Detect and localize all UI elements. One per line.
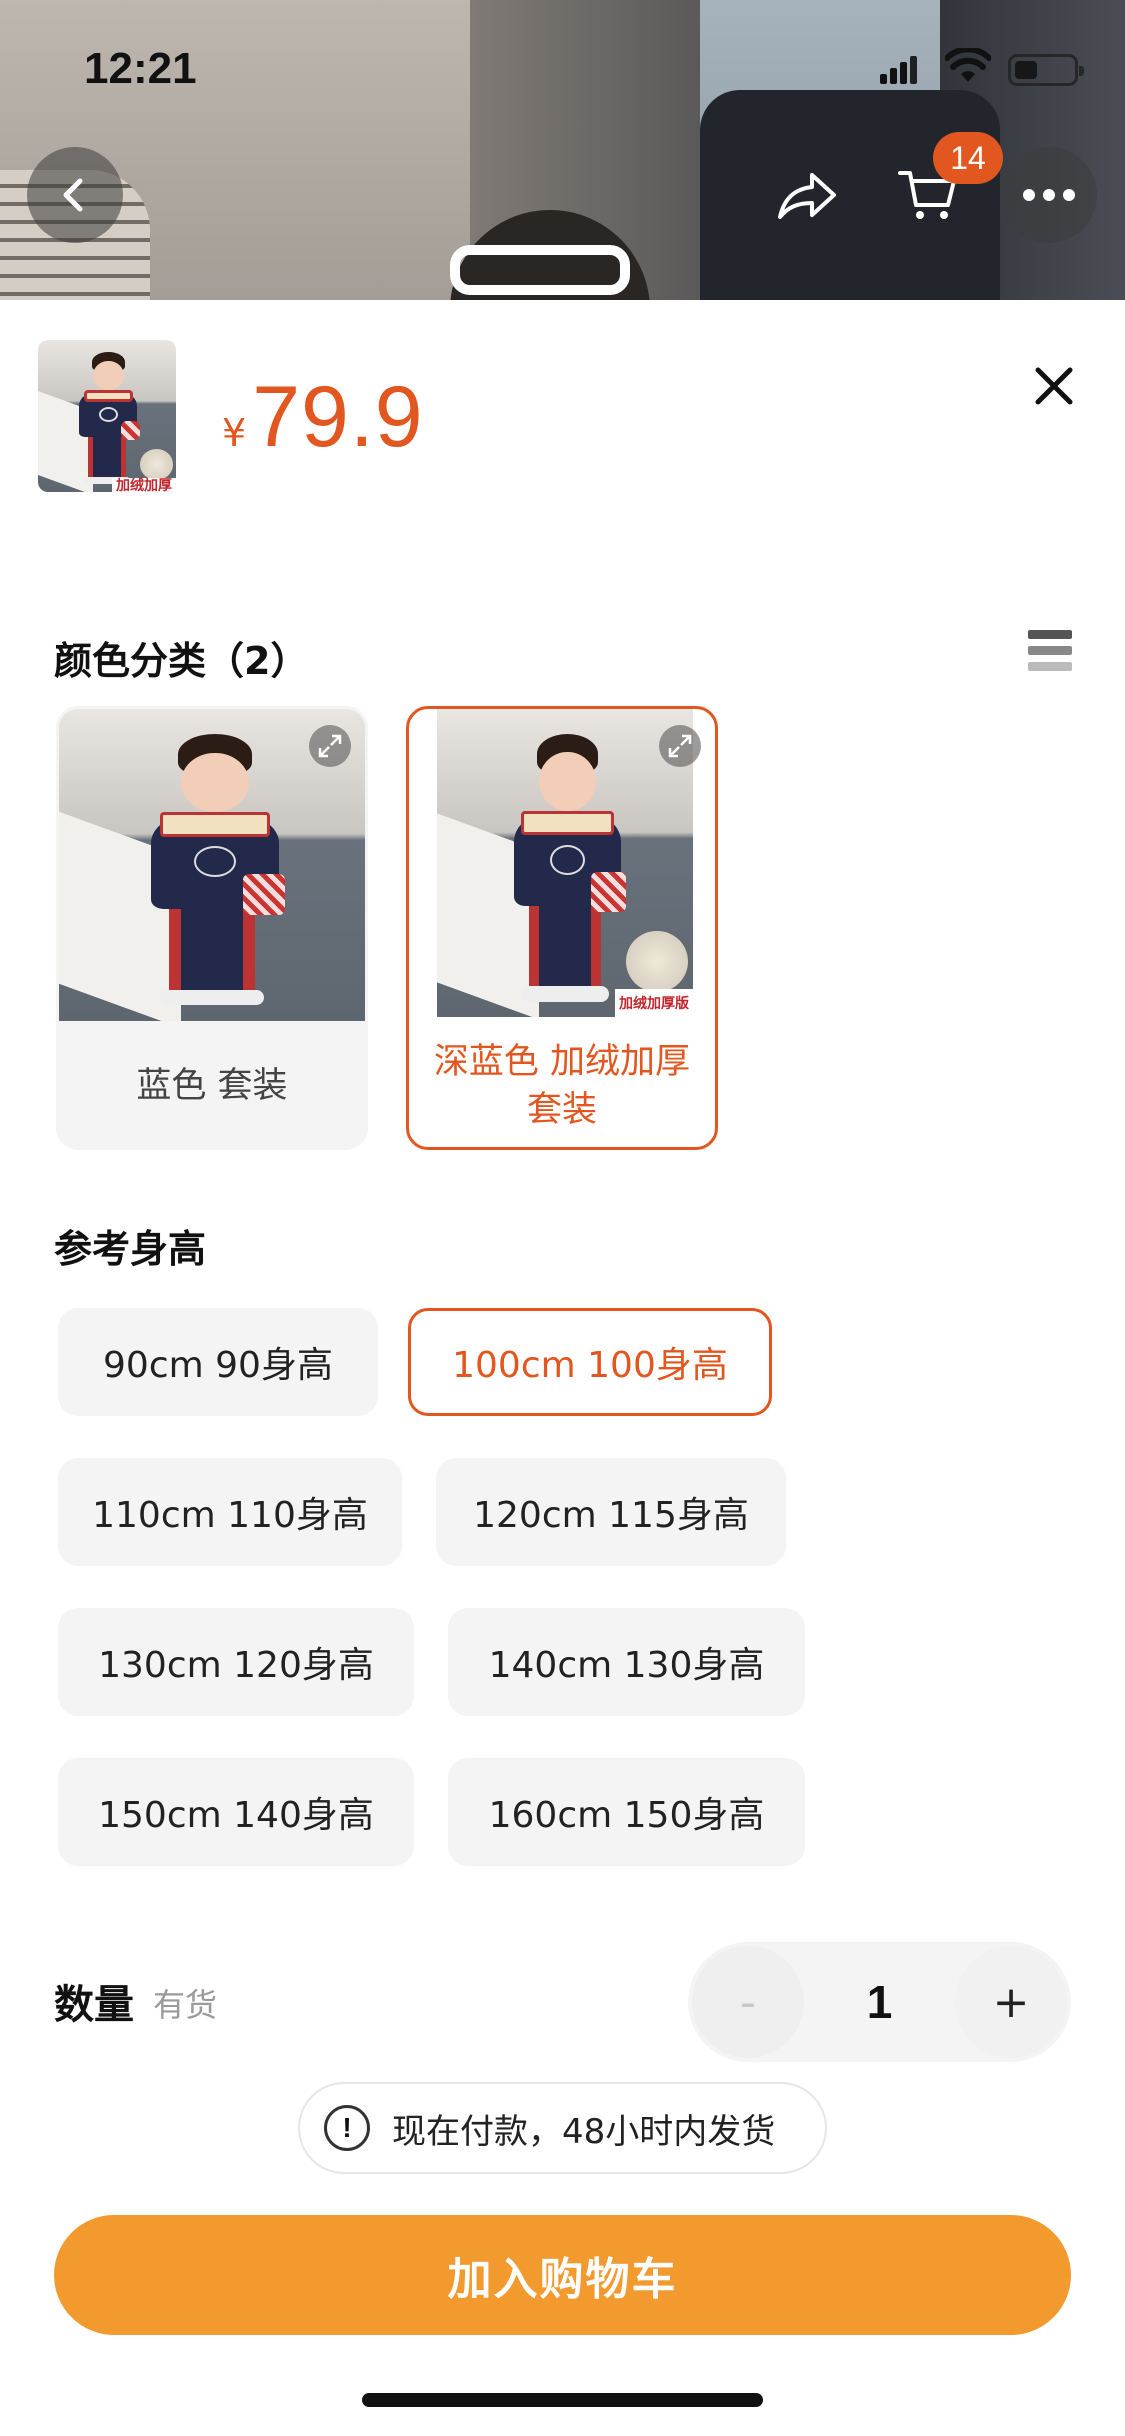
product-price: ¥ 79.9 [222,368,424,467]
add-to-cart-button[interactable]: 加入购物车 [54,2215,1071,2335]
size-option-160[interactable]: 160cm 150身高 [448,1758,805,1866]
size-option-100[interactable]: 100cm 100身高 [408,1308,772,1416]
quantity-value[interactable]: 1 [808,1942,951,2062]
decrease-quantity-button[interactable]: - [692,1946,804,2058]
chevron-left-icon [63,178,83,212]
color-option-image: 加绒加厚版 [437,709,693,1017]
increase-quantity-button[interactable]: + [955,1946,1067,2058]
photo-sunglasses [450,245,630,295]
product-photo-banner: 12:21 14 [0,0,1125,300]
color-option-label: 深蓝色 加绒加厚套装 [433,1042,691,1130]
expand-icon[interactable] [659,725,701,767]
share-button[interactable] [760,147,856,243]
size-option-110[interactable]: 110cm 110身高 [58,1458,402,1566]
stock-status: 有货 [153,1986,218,2024]
size-option-130[interactable]: 130cm 120身高 [58,1608,414,1716]
currency-symbol: ¥ [222,411,247,455]
battery-icon [1008,54,1084,86]
quantity-label: 数量 [54,1982,134,2028]
product-thumbnail[interactable]: 加绒加厚 [38,340,176,492]
shipping-notice-text: 现在付款，48小时内发货 [392,2111,776,2152]
color-option-label: 蓝色 套装 [136,1066,288,1106]
expand-icon[interactable] [309,725,351,767]
status-bar: 12:21 [0,40,1125,100]
cellular-signal-icon [880,54,920,84]
height-section-title: 参考身高 [54,1227,207,1271]
back-button[interactable] [27,147,123,243]
wifi-icon [945,48,991,82]
thumbnail-tag: 加绒加厚 [112,478,176,492]
more-options-button[interactable] [1001,147,1097,243]
status-time: 12:21 [84,44,197,93]
price-amount: 79.9 [252,369,424,465]
share-icon [778,173,836,219]
list-view-toggle-icon[interactable] [1028,630,1072,674]
color-option-blue-set[interactable]: 蓝色 套装 [56,706,368,1150]
quantity-stepper: - 1 + [688,1942,1071,2062]
close-icon [1035,367,1073,405]
cart-count-badge: 14 [933,132,1003,184]
ellipsis-icon [1023,189,1075,201]
product-thumbnail-image: 加绒加厚 [38,340,176,492]
color-option-navy-fleece-set[interactable]: 加绒加厚版 深蓝色 加绒加厚套装 [406,706,718,1150]
size-option-140[interactable]: 140cm 130身高 [448,1608,805,1716]
size-option-90[interactable]: 90cm 90身高 [58,1308,378,1416]
color-option-tag: 加绒加厚版 [615,989,693,1017]
exclamation-icon: ! [324,2105,370,2151]
shipping-notice: ! 现在付款，48小时内发货 [298,2082,827,2174]
sku-selection-sheet: 加绒加厚 ¥ 79.9 颜色分类（2） 蓝色 套装 加绒加厚版 深蓝色 加绒加厚… [0,300,1125,2436]
size-option-120[interactable]: 120cm 115身高 [436,1458,786,1566]
size-option-150[interactable]: 150cm 140身高 [58,1758,414,1866]
close-button[interactable] [1028,360,1080,412]
home-indicator[interactable] [362,2393,763,2407]
color-section-title: 颜色分类（2） [54,639,309,683]
